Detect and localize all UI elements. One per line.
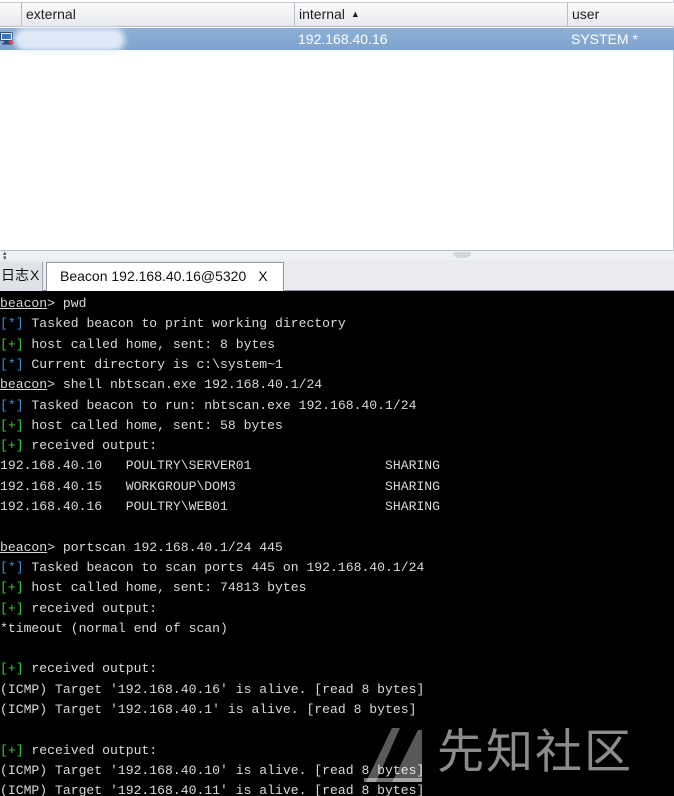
console-line: beacon> pwd — [0, 294, 86, 314]
console-line: beacon> portscan 192.168.40.1/24 445 — [0, 538, 283, 558]
success-tag: [+] — [0, 580, 24, 596]
console-text: received output: — [23, 438, 158, 454]
tab-bar: 日志X Beacon 192.168.40.16@5320 X — [0, 260, 674, 292]
close-tab-icon[interactable]: X — [258, 268, 267, 284]
console-text: > shell nbtscan.exe 192.168.40.1/24 — [47, 377, 323, 393]
close-tab-icon[interactable]: X — [30, 267, 39, 283]
console-text: (ICMP) Target '192.168.40.16' is alive. … — [0, 681, 425, 697]
console-text: (ICMP) Target '192.168.40.11' is alive. … — [0, 783, 425, 796]
console-line: 192.168.40.15 WORKGROUP\DOM3 SHARING — [0, 477, 440, 497]
console-text: 192.168.40.15 WORKGROUP\DOM3 SHARING — [0, 478, 441, 494]
table-row[interactable]: 192.168.40.16 SYSTEM * — [0, 28, 674, 50]
column-label: user — [572, 6, 600, 22]
console-line: (ICMP) Target '192.168.40.1' is alive. [… — [0, 700, 416, 720]
console-line: [*] Tasked beacon to print working direc… — [0, 314, 346, 334]
column-label: internal — [299, 6, 345, 22]
console-line: [+] received output: — [0, 599, 157, 619]
tab-event-log[interactable]: 日志X — [0, 262, 43, 291]
split-pane-divider[interactable]: ▴ ▾ — [0, 250, 674, 262]
console-text: received output: — [23, 600, 158, 616]
console-text: *timeout (normal end of scan) — [0, 620, 228, 636]
tab-beacon-console[interactable]: Beacon 192.168.40.16@5320 X — [46, 262, 284, 292]
console-text: Tasked beacon to print working directory — [23, 316, 346, 332]
computer-icon — [0, 32, 14, 45]
console-text: host called home, sent: 58 bytes — [23, 417, 283, 433]
console-text: received output: — [23, 742, 158, 758]
console-line: [+] received output: — [0, 741, 157, 761]
console-line: (ICMP) Target '192.168.40.10' is alive. … — [0, 761, 424, 781]
success-tag: [+] — [0, 600, 24, 616]
cell-user: SYSTEM * — [571, 31, 638, 47]
console-line: [+] host called home, sent: 74813 bytes — [0, 578, 306, 598]
console-line: [+] received output: — [0, 659, 157, 679]
console-text: Tasked beacon to scan ports 445 on 192.1… — [23, 559, 425, 575]
tab-label: Beacon 192.168.40.16@5320 — [60, 268, 247, 284]
console-line: [*] Tasked beacon to run: nbtscan.exe 19… — [0, 396, 416, 416]
column-header-internal[interactable]: internal ▲ — [294, 3, 567, 26]
console-line: [*] Tasked beacon to scan ports 445 on 1… — [0, 558, 424, 578]
info-tag: [*] — [0, 397, 24, 413]
console-text: Current directory is c:\system~1 — [23, 356, 283, 372]
success-tag: [+] — [0, 742, 24, 758]
beacon-console-output[interactable]: beacon> pwd [*] Tasked beacon to print wo… — [0, 291, 674, 796]
console-text: Tasked beacon to run: nbtscan.exe 192.16… — [23, 397, 417, 413]
console-prompt: beacon — [0, 296, 48, 311]
success-tag: [+] — [0, 417, 24, 433]
console-text: (ICMP) Target '192.168.40.10' is alive. … — [0, 762, 425, 778]
console-line: (ICMP) Target '192.168.40.16' is alive. … — [0, 680, 424, 700]
drag-grip-icon[interactable] — [453, 252, 471, 258]
console-line: (ICMP) Target '192.168.40.11' is alive. … — [0, 781, 424, 796]
console-text: (ICMP) Target '192.168.40.1' is alive. [… — [0, 702, 417, 717]
table-header: external internal ▲ user — [0, 2, 674, 27]
console-text: > pwd — [47, 296, 87, 311]
redacted-external-ip — [18, 32, 121, 47]
console-text: 192.168.40.10 POULTRY\SERVER01 SHARING — [0, 458, 441, 474]
console-line: 192.168.40.16 POULTRY\WEB01 SHARING — [0, 497, 440, 517]
info-tag: [*] — [0, 316, 24, 332]
cell-internal-ip: 192.168.40.16 — [298, 31, 388, 47]
console-prompt: beacon — [0, 377, 48, 393]
console-prompt: beacon — [0, 539, 48, 555]
console-text: host called home, sent: 8 bytes — [23, 336, 276, 352]
success-tag: [+] — [0, 336, 24, 352]
success-tag: [+] — [0, 438, 24, 454]
console-text: host called home, sent: 74813 bytes — [23, 580, 307, 596]
success-tag: [+] — [0, 661, 24, 677]
info-tag: [*] — [0, 559, 24, 575]
console-line: [+] host called home, sent: 58 bytes — [0, 416, 283, 436]
column-header-user[interactable]: user — [567, 3, 674, 26]
console-line: [+] received output: — [0, 436, 157, 456]
console-text: > portscan 192.168.40.1/24 445 — [47, 539, 283, 555]
sort-ascending-icon: ▲ — [350, 9, 360, 19]
console-line: beacon> shell nbtscan.exe 192.168.40.1/2… — [0, 375, 322, 395]
console-text: received output: — [23, 661, 158, 677]
column-label: external — [26, 6, 76, 22]
column-header-external[interactable]: external — [21, 3, 294, 26]
console-line: 192.168.40.10 POULTRY\SERVER01 SHARING — [0, 456, 440, 476]
info-tag: [*] — [0, 356, 24, 372]
console-text: 192.168.40.16 POULTRY\WEB01 SHARING — [0, 499, 441, 514]
tab-label: 日志 — [1, 267, 29, 283]
console-line: [*] Current directory is c:\system~1 — [0, 355, 283, 375]
sessions-table: external internal ▲ user 192.168.40.16 SY… — [0, 0, 674, 252]
console-line: *timeout (normal end of scan) — [0, 619, 228, 639]
console-line: [+] host called home, sent: 8 bytes — [0, 335, 275, 355]
